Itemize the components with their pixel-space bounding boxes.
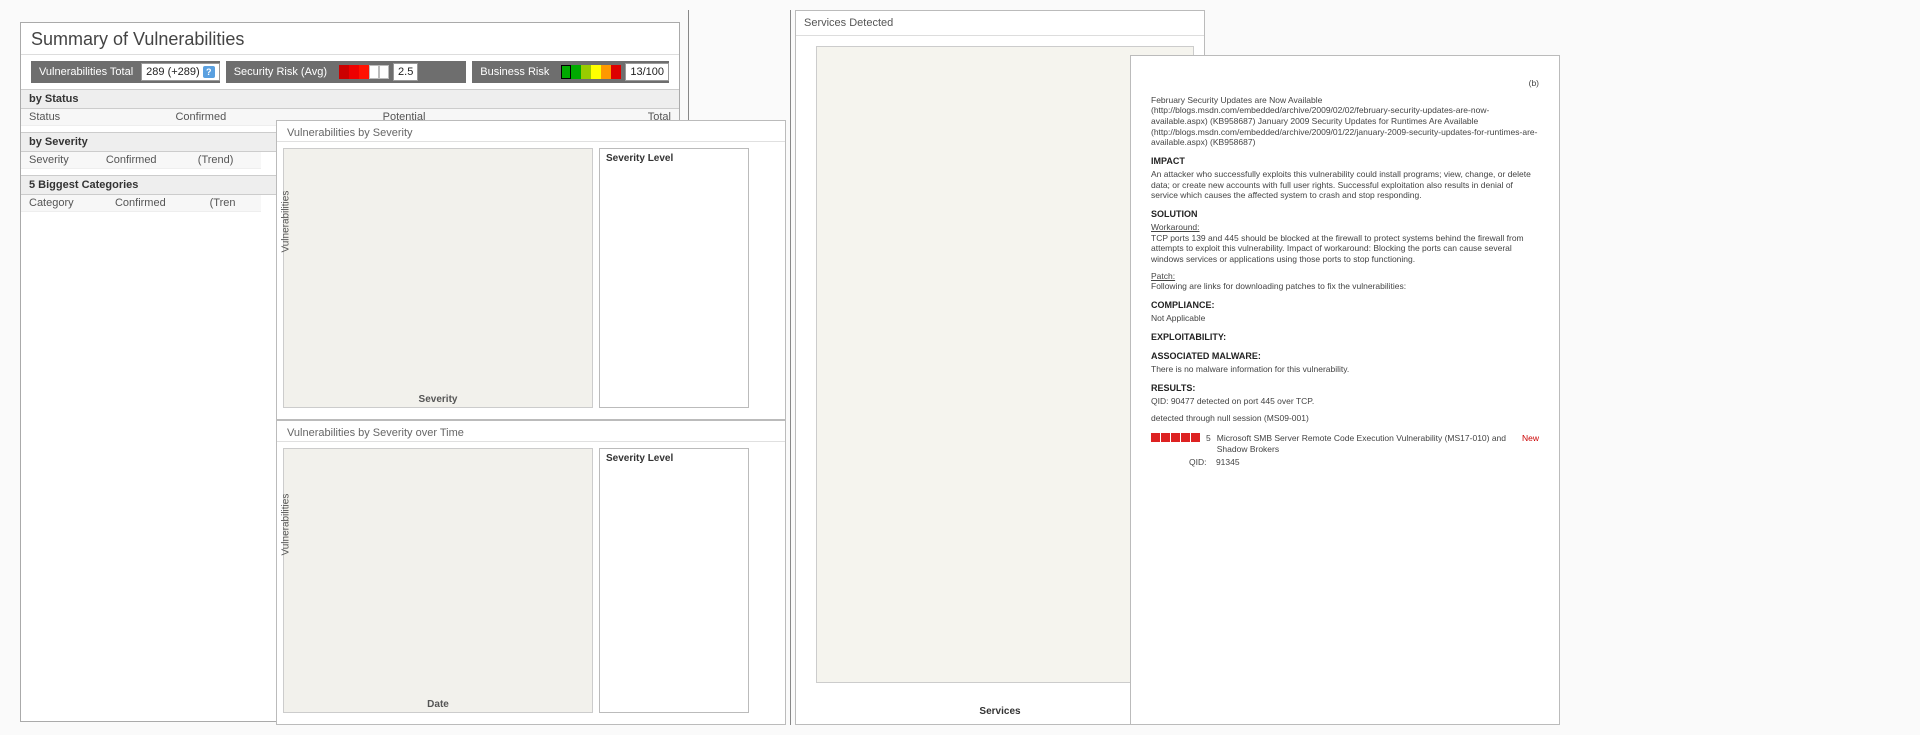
impact-text: An attacker who successfully exploits th… [1151,169,1539,201]
table-header: Category Confirmed (Tren [21,195,261,212]
bars-area [324,159,584,379]
malware-heading: ASSOCIATED MALWARE: [1151,351,1539,362]
compliance-text: Not Applicable [1151,313,1539,324]
severity-chart-canvas: Vulnerabilities Severity [283,148,593,408]
results-2: detected through null session (MS09-001) [1151,413,1539,424]
exploitability-heading: EXPLOITABILITY: [1151,332,1539,343]
results-1: QID: 90477 detected on port 445 over TCP… [1151,396,1539,407]
metric-total: Vulnerabilities Total 289 (+289) ? [31,61,220,83]
table-header: Severity Confirmed (Trend) [21,152,261,169]
divider [790,10,791,725]
footer-qid-label: QID: [1189,457,1206,467]
security-risk-scale [339,65,389,79]
y-ticks [288,459,320,684]
patch-heading: Patch: [1151,271,1175,281]
severity-legend: Severity Level [599,148,749,408]
x-axis-label: Severity [419,394,458,405]
impact-heading: IMPACT [1151,156,1539,167]
metric-total-value: 289 (+289) ? [141,63,220,81]
solution-heading: SOLUTION [1151,209,1539,220]
info-icon[interactable]: ? [203,66,215,78]
footer-sev: 5 [1206,433,1211,444]
metric-security-risk: Security Risk (Avg) 2.5 [226,61,467,83]
metric-secrisk-value: 2.5 [393,63,418,81]
severity-time-chart-canvas: Vulnerabilities Date [283,448,593,713]
footer-new-badge: New [1522,433,1539,444]
metrics-row: Vulnerabilities Total 289 (+289) ? Secur… [21,55,679,89]
footer-qid-value: 91345 [1216,457,1240,467]
severity-chart-panel: Vulnerabilities by Severity Vulnerabilit… [276,120,786,420]
by-severity-table: Severity Confirmed (Trend) [21,152,261,169]
metric-business-risk: Business Risk 13/100 [472,61,669,83]
compliance-heading: COMPLIANCE: [1151,300,1539,311]
legend-title: Severity Level [606,453,742,464]
workaround-heading: Workaround: [1151,222,1200,232]
detail-topnote: February Security Updates are Now Availa… [1151,95,1539,148]
results-heading: RESULTS: [1151,383,1539,394]
stacks-area [324,459,584,684]
footer-vuln-row: 5 Microsoft SMB Server Remote Code Execu… [1151,433,1539,454]
metric-bizrisk-label: Business Risk [472,66,557,78]
severity-time-chart-panel: Vulnerabilities by Severity over Time Vu… [276,420,786,725]
business-risk-scale [561,65,621,79]
x-axis-label: Services [979,706,1020,717]
metric-bizrisk-value: 13/100 [625,63,669,81]
severity-blocks-icon [1151,433,1200,442]
summary-title: Summary of Vulnerabilities [21,23,679,55]
patch-intro: Following are links for downloading patc… [1151,281,1406,291]
categories-table: Category Confirmed (Tren [21,195,261,212]
y-ticks [288,159,320,379]
metric-secrisk-label: Security Risk (Avg) [226,66,335,78]
x-axis-label: Date [427,699,449,710]
legend-title: Severity Level [606,153,742,164]
by-status-header: by Status [21,89,679,109]
severity-chart-title: Vulnerabilities by Severity [277,121,785,142]
footer-vuln-title: Microsoft SMB Server Remote Code Executi… [1217,433,1516,454]
severity-time-chart-title: Vulnerabilities by Severity over Time [277,421,785,442]
malware-text: There is no malware information for this… [1151,364,1539,375]
workaround-text: TCP ports 139 and 445 should be blocked … [1151,233,1524,264]
metric-total-label: Vulnerabilities Total [31,66,141,78]
detail-panel: (b) February Security Updates are Now Av… [1130,55,1560,725]
services-chart-title: Services Detected [796,11,1204,36]
severity-time-legend: Severity Level [599,448,749,713]
